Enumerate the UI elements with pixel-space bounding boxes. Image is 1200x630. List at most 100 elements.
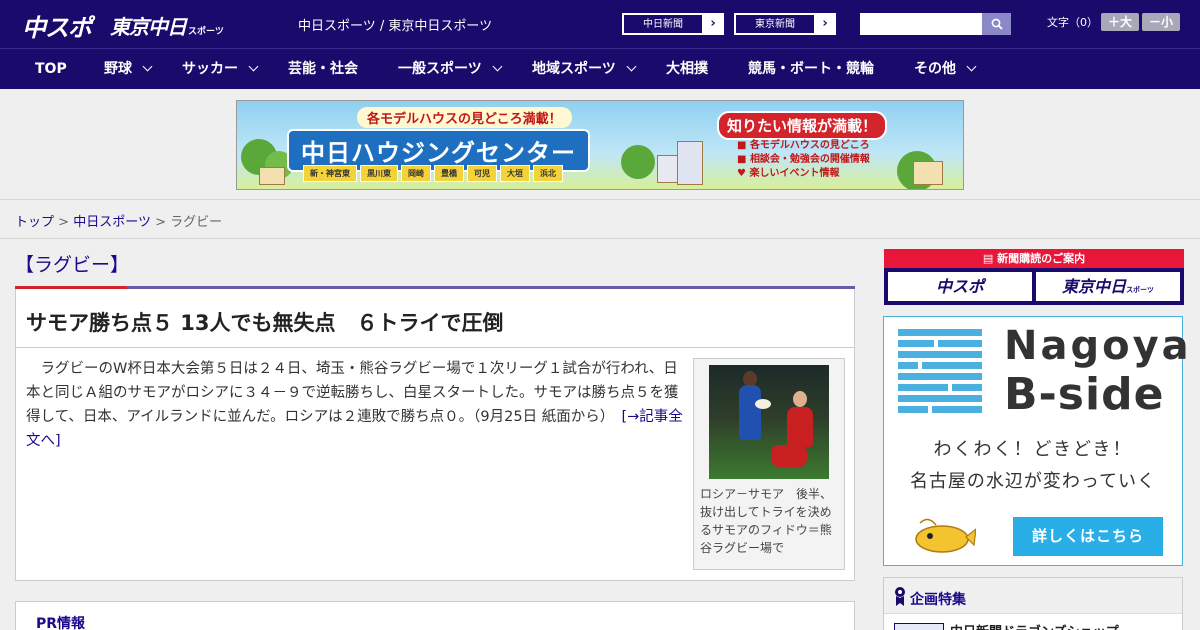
nav-item-other[interactable]: その他 <box>914 49 977 90</box>
ad-bullet: ■ 各モデルハウスの見どころ <box>737 139 870 153</box>
feature-title: 企画特集 <box>910 592 966 608</box>
nav-item-sumo[interactable]: 大相撲 <box>666 49 708 90</box>
building-icon: ■ <box>737 154 747 165</box>
font-larger-button[interactable]: ＋大 <box>1101 13 1139 31</box>
brick-graphic <box>932 406 982 413</box>
article-body: ラグビーのW杯日本大会第５日は２４日、埼玉・熊谷ラグビー場で１次リーグ１試合が行… <box>26 357 686 453</box>
ad-location: 黒川東 <box>360 165 398 182</box>
breadcrumb: トップ > 中日スポーツ > ラグビー <box>15 211 222 230</box>
ad-location: 岡崎 <box>401 165 431 182</box>
ribbon-icon <box>895 587 905 606</box>
banner-area: 各モデルハウスの見どころ満載！ 中日ハウジングセンター 新・神宮東 黒川東 岡崎… <box>0 89 1200 200</box>
tokyo-subscribe-text: 東京中日 <box>1062 277 1127 296</box>
font-size-label: 文字（0） <box>1047 16 1098 29</box>
subscription-box: ▤ 新聞購読のご案内 中スポ 東京中日スポーツ <box>884 249 1184 305</box>
photo-figure <box>771 445 807 467</box>
breadcrumb-current: ラグビー <box>170 215 223 230</box>
tokyo-shimbun-label: 東京新聞 <box>735 14 815 34</box>
brick-graphic <box>898 384 948 391</box>
nav-item-top[interactable]: TOP <box>35 49 67 90</box>
photo-figure <box>787 407 813 447</box>
nav-item-local-sports[interactable]: 地域スポーツ <box>532 49 637 90</box>
ad-location: 可児 <box>467 165 497 182</box>
nav-label: 一般スポーツ <box>398 61 482 77</box>
bside-details-button[interactable]: 詳しくはこちら <box>1013 517 1163 556</box>
ad-catch: 知りたい情報が満載！ <box>717 111 888 140</box>
ad-bullet: ■ 相談会・勉強会の開催情報 <box>737 153 870 167</box>
bside-copy-2: 名古屋の水辺が変わっていく <box>909 471 1157 492</box>
ad-bullets: ■ 各モデルハウスの見どころ ■ 相談会・勉強会の開催情報 ♥ 楽しいイベント情… <box>737 139 870 181</box>
breadcrumb-top[interactable]: トップ <box>15 215 54 230</box>
chuspo-logo[interactable]: 中スポ <box>22 8 92 43</box>
tokyo-chunichi-logo[interactable]: 東京中日 スポーツ <box>110 11 224 40</box>
bside-title-1: Nagoya <box>1004 323 1192 369</box>
nav-label: 競馬・ボート・競輪 <box>748 61 874 77</box>
nav-label: 大相撲 <box>666 61 708 77</box>
tokyo-subscribe-small: スポーツ <box>1126 286 1154 294</box>
nav-item-baseball[interactable]: 野球 <box>104 49 153 90</box>
search-icon <box>991 18 1003 30</box>
chunichi-shimbun-link[interactable]: 中日新聞 › <box>622 13 724 35</box>
chuspo-subscribe-button[interactable]: 中スポ <box>888 272 1032 301</box>
brick-graphic <box>898 395 982 402</box>
ad-bullet-text: 各モデルハウスの見どころ <box>749 140 870 151</box>
ad-location: 浜北 <box>533 165 563 182</box>
ad-location: 新・神宮東 <box>303 165 357 182</box>
site-name: 中日スポーツ / 東京中日スポーツ <box>298 19 493 34</box>
breadcrumb-separator: > <box>155 215 166 230</box>
breadcrumb-chunichi-sports[interactable]: 中日スポーツ <box>73 215 151 230</box>
nav-item-soccer[interactable]: サッカー <box>182 49 259 90</box>
house-graphic <box>913 161 943 185</box>
brick-graphic <box>898 373 982 380</box>
article-card: サモア勝ち点５ 13人でも無失点 ６トライで圧倒 ラグビーのW杯日本大会第５日は… <box>15 289 855 581</box>
nav-item-racing[interactable]: 競馬・ボート・競輪 <box>748 49 874 90</box>
housing-center-ad[interactable]: 各モデルハウスの見どころ満載！ 中日ハウジングセンター 新・神宮東 黒川東 岡崎… <box>236 100 964 190</box>
building-graphic <box>677 141 703 185</box>
tokyo-chunichi-subscribe-button[interactable]: 東京中日スポーツ <box>1036 272 1180 301</box>
ad-location: 豊橋 <box>434 165 464 182</box>
font-smaller-button[interactable]: －小 <box>1142 13 1180 31</box>
search-input[interactable] <box>860 13 982 35</box>
nav-label: 野球 <box>104 61 132 77</box>
tokyo-logo-text: 東京中日 <box>110 15 187 39</box>
photo-caption: ロシア－サモア 後半、抜け出してトライを決めるサモアのフィドウ＝熊谷ラグビー場で <box>700 487 833 555</box>
brick-graphic <box>898 362 918 369</box>
newspaper-icon: ▤ <box>982 252 994 265</box>
feature-head: 企画特集 <box>884 578 1182 614</box>
feature-box: 企画特集 中日新聞ドラゴンズショップ <box>883 577 1183 630</box>
nav-item-general-sports[interactable]: 一般スポーツ <box>398 49 503 90</box>
nav-label: TOP <box>35 61 67 77</box>
brick-graphic <box>922 362 982 369</box>
photo-figure <box>739 385 761 440</box>
bside-copy-1: わくわく！どきどき！ <box>933 439 1133 460</box>
subscription-head-text: 新聞購読のご案内 <box>997 252 1086 265</box>
brick-graphic <box>952 384 982 391</box>
subscription-head[interactable]: ▤ 新聞購読のご案内 <box>884 249 1184 268</box>
nagoya-bside-ad[interactable]: Nagoya B-side わくわく！どきどき！ 名古屋の水辺が変わっていく 詳… <box>883 316 1189 566</box>
search-button[interactable] <box>982 13 1011 35</box>
pr-section: PR情報 <box>15 601 855 630</box>
nav-label: 芸能・社会 <box>288 61 358 77</box>
brick-graphic <box>898 351 982 358</box>
brick-graphic <box>898 329 982 336</box>
article-text: ラグビーのW杯日本大会第５日は２４日、埼玉・熊谷ラグビー場で１次リーグ１試合が行… <box>26 361 679 425</box>
house-graphic <box>259 167 285 185</box>
house-icon: ■ <box>737 140 747 151</box>
ad-bullet: ♥ 楽しいイベント情報 <box>737 167 870 181</box>
chevron-down-icon <box>248 61 259 72</box>
feature-item-link[interactable]: 中日新聞ドラゴンズショップ <box>950 621 1119 630</box>
rugby-photo[interactable] <box>709 365 829 479</box>
divider <box>16 347 854 348</box>
photo-box: ロシア－サモア 後半、抜け出してトライを決めるサモアのフィドウ＝熊谷ラグビー場で <box>693 358 845 570</box>
feature-thumbnail[interactable] <box>894 623 944 630</box>
tokyo-logo-small: スポーツ <box>188 27 224 37</box>
ad-top-text: 各モデルハウスの見どころ満載！ <box>357 107 572 128</box>
tokyo-shimbun-link[interactable]: 東京新聞 › <box>734 13 836 35</box>
nav-item-entertainment[interactable]: 芸能・社会 <box>288 49 358 90</box>
breadcrumb-separator: > <box>58 215 70 230</box>
article-headline: サモア勝ち点５ 13人でも無失点 ６トライで圧倒 <box>26 311 504 335</box>
pr-label: PR情報 <box>36 616 86 630</box>
shrimp-mascot-icon <box>915 518 976 553</box>
chevron-right-icon: › <box>822 16 828 31</box>
bside-title-2: B-side <box>1004 369 1165 420</box>
